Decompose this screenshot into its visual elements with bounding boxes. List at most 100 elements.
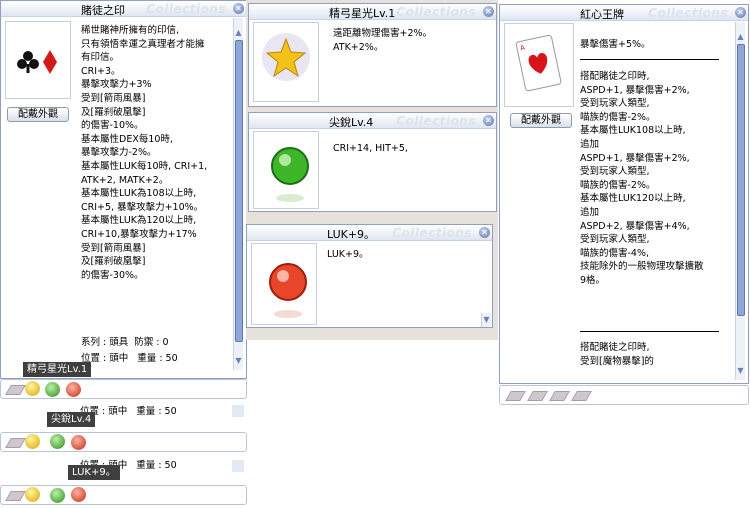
description-line: 追加 bbox=[580, 206, 600, 218]
collections-watermark: Collections bbox=[648, 6, 728, 20]
description-line: 的傷害-30%。 bbox=[81, 269, 144, 281]
scroll-thumb[interactable] bbox=[737, 44, 745, 316]
item-description: 遠距離物理傷害+2%。 ATK+2%。 bbox=[333, 27, 432, 54]
empty-slot-icon bbox=[5, 438, 26, 448]
equip-appearance-button[interactable]: 配戴外觀 bbox=[7, 107, 69, 122]
empty-slot-icon bbox=[505, 391, 526, 401]
description-line: 及[羅刹破凰擊] bbox=[81, 106, 146, 118]
description-scrollbar[interactable]: ▲ ▼ bbox=[735, 22, 745, 380]
tooltip-sharp: 尖銳Lv.4 bbox=[47, 412, 96, 427]
title-bar[interactable]: LUK+9。 Collections ✕ bbox=[247, 225, 492, 241]
scroll-thumb[interactable] bbox=[235, 40, 243, 342]
window-title: LUK+9。 bbox=[327, 228, 376, 241]
item-window-sharp: 尖銳Lv.4 Collections ✕ CRI+14, HIT+5, bbox=[248, 112, 497, 212]
close-icon[interactable]: ✕ bbox=[483, 115, 494, 126]
collections-watermark: Collections bbox=[396, 114, 476, 128]
item-image bbox=[5, 21, 71, 99]
item-image: A bbox=[504, 23, 574, 107]
description-line: 暴擊攻擊力+3% bbox=[81, 79, 152, 91]
item-window-star-orb: 精弓星光Lv.1 Collections ✕ 遠距離物理傷害+2%。 ATK+2%… bbox=[248, 3, 497, 107]
description-line: ASPD+1, 暴擊傷害+2%, bbox=[580, 152, 690, 164]
description-line: 基本屬性LUK為108以上時, bbox=[81, 188, 197, 200]
red-orb-icon[interactable] bbox=[71, 487, 86, 502]
item-description: 暴擊傷害+5%。 bbox=[580, 38, 651, 52]
description-line: ATK+2, MATK+2。 bbox=[81, 174, 169, 186]
collections-watermark: Collections bbox=[146, 2, 226, 16]
scroll-down-arrow-icon[interactable] bbox=[232, 460, 244, 472]
green-orb-icon[interactable] bbox=[50, 488, 65, 503]
description-scrollbar[interactable]: ▼ bbox=[481, 313, 491, 327]
close-icon[interactable]: ✕ bbox=[735, 7, 746, 18]
divider bbox=[580, 59, 719, 60]
title-bar[interactable]: 賭徒之印 Collections ✕ bbox=[1, 1, 246, 17]
empty-slot-icon bbox=[5, 385, 26, 395]
green-orb-icon[interactable] bbox=[50, 434, 65, 449]
window-title: 精弓星光Lv.1 bbox=[329, 7, 396, 20]
description-scrollbar[interactable]: ▲ ▼ bbox=[233, 18, 243, 370]
card-slot-bar bbox=[0, 485, 247, 505]
scroll-down-arrow-icon[interactable]: ▼ bbox=[736, 366, 745, 376]
description-line: 及[羅刹破凰擊] bbox=[81, 256, 146, 268]
close-icon[interactable]: ✕ bbox=[483, 6, 494, 17]
scroll-down-arrow-icon[interactable]: ▼ bbox=[482, 315, 491, 325]
description-line: 受到[箭雨風暴] bbox=[81, 92, 146, 104]
description-line: 受到玩家人類型, bbox=[580, 234, 650, 246]
item-position-row: 位置 : 頭中 重量 : 50 bbox=[81, 353, 178, 364]
title-bar[interactable]: 精弓星光Lv.1 Collections ✕ bbox=[249, 4, 496, 20]
close-icon[interactable]: ✕ bbox=[233, 3, 244, 14]
scroll-down-arrow-icon[interactable] bbox=[232, 405, 244, 417]
description-line: CRI+5, 暴擊攻擊力+10%。 bbox=[81, 201, 204, 213]
item-set-effect-2: 搭配賭徒之印時, 受到[魔物暴擊]的 bbox=[580, 341, 654, 368]
window-title: 賭徒之印 bbox=[81, 4, 125, 17]
divider bbox=[580, 331, 719, 332]
heart-card-icon: A bbox=[515, 34, 562, 92]
item-window-luk: LUK+9。 Collections ✕ LUK+9。 ▼ bbox=[246, 224, 493, 328]
description-line: CRI+10,暴擊攻擊力+17% bbox=[81, 228, 197, 240]
description-line: 喵族的傷害-2%。 bbox=[580, 111, 656, 123]
scroll-down-arrow-icon[interactable]: ▼ bbox=[234, 356, 243, 366]
title-bar[interactable]: 尖銳Lv.4 Collections ✕ bbox=[249, 113, 496, 129]
item-image bbox=[251, 243, 317, 325]
empty-slot-icon bbox=[527, 391, 548, 401]
description-line: ASPD+2, 暴擊傷害+4%, bbox=[580, 220, 690, 232]
description-line: 追加 bbox=[580, 138, 600, 150]
description-line: 喵族的傷害-4%, bbox=[580, 247, 650, 259]
close-icon[interactable]: ✕ bbox=[479, 227, 490, 238]
description-line: 受到玩家人類型, bbox=[580, 166, 650, 178]
description-line: 的傷害-10%。 bbox=[81, 120, 144, 132]
description-line: 搭配賭徒之印時, bbox=[580, 71, 650, 82]
description-line: 暴擊傷害+5%。 bbox=[580, 39, 651, 50]
description-line: 暴擊攻擊力-2%。 bbox=[81, 147, 157, 159]
window-title: 紅心王牌 bbox=[580, 8, 624, 21]
empty-slot-icon bbox=[5, 491, 26, 501]
red-orb-icon[interactable] bbox=[71, 435, 86, 450]
club-diamond-suits-icon bbox=[17, 50, 57, 74]
description-line: 基本屬性DEX每10時, bbox=[81, 133, 173, 145]
green-orb-icon bbox=[271, 147, 309, 202]
scroll-up-arrow-icon[interactable]: ▲ bbox=[234, 28, 243, 38]
description-line: 技能除外的一般物理攻擊擴散 bbox=[580, 261, 704, 273]
red-orb-icon[interactable] bbox=[66, 382, 81, 397]
star-orb-icon[interactable] bbox=[25, 487, 40, 502]
description-line: 只有領悟幸運之真理者才能擁 bbox=[81, 38, 205, 50]
equip-appearance-button[interactable]: 配戴外觀 bbox=[510, 113, 572, 128]
description-line: 搭配賭徒之印時, bbox=[580, 342, 650, 353]
tooltip-star: 精弓星光Lv.1 bbox=[23, 362, 92, 377]
description-line: CRI+14, HIT+5, bbox=[333, 143, 408, 154]
scroll-up-arrow-icon[interactable]: ▲ bbox=[736, 32, 745, 42]
item-window-gamblers-seal: 賭徒之印 Collections ✕ 配戴外觀 稀世賭神所擁有的印信, 只有領悟幸… bbox=[0, 0, 247, 379]
item-description: 稀世賭神所擁有的印信, 只有領悟幸運之真理者才能擁 有印信。 CRI+3。 暴擊攻擊力+… bbox=[81, 24, 207, 282]
green-orb-icon[interactable] bbox=[45, 382, 60, 397]
item-series-row: 系列 : 頭具 防禦 : 0 bbox=[81, 337, 169, 348]
star-orb-icon[interactable] bbox=[25, 434, 40, 449]
star-orb-icon[interactable] bbox=[25, 381, 40, 396]
description-line: CRI+3。 bbox=[81, 65, 121, 77]
red-orb-icon bbox=[269, 263, 307, 318]
title-bar[interactable]: 紅心王牌 Collections ✕ bbox=[500, 5, 748, 21]
item-description: LUK+9。 bbox=[327, 248, 369, 262]
description-line: 基本屬性LUK每10時, CRI+1, bbox=[81, 160, 208, 172]
item-description: CRI+14, HIT+5, bbox=[333, 142, 408, 156]
collections-watermark: Collections bbox=[396, 5, 476, 19]
description-line: 稀世賭神所擁有的印信, bbox=[81, 25, 180, 36]
description-line: 遠距離物理傷害+2%。 bbox=[333, 28, 433, 39]
